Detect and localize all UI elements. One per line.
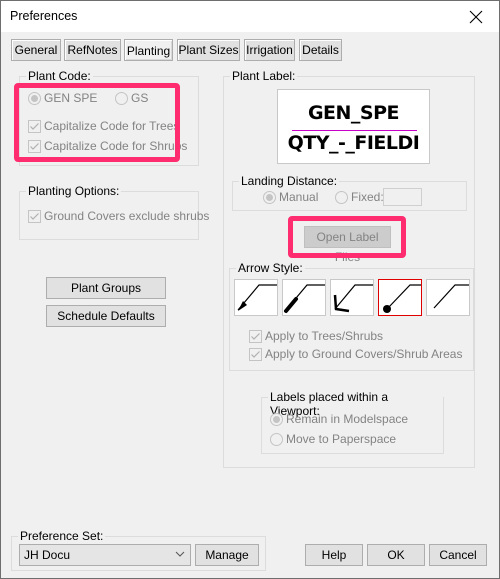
preferences-dialog: Preferences General RefNotes Planting Pl… bbox=[0, 0, 500, 579]
manage-button[interactable]: Manage bbox=[195, 544, 259, 566]
fixed-distance-input[interactable] bbox=[383, 188, 422, 206]
planting-options-label: Planting Options: bbox=[26, 184, 122, 198]
plant-code-label: Plant Code: bbox=[26, 69, 93, 83]
checkbox-indicator bbox=[249, 329, 262, 343]
radio-modelspace-label: Remain in Modelspace bbox=[286, 412, 409, 426]
close-icon bbox=[469, 10, 483, 23]
checkbox-indicator bbox=[249, 347, 262, 361]
help-button[interactable]: Help bbox=[305, 544, 363, 566]
arrow-dot-icon bbox=[383, 284, 421, 313]
arrow-none-icon bbox=[433, 284, 469, 309]
tab-general[interactable]: General bbox=[11, 39, 61, 61]
checkmark-icon bbox=[30, 212, 39, 220]
tab-irrigation[interactable]: Irrigation bbox=[244, 39, 295, 61]
chevron-down-icon bbox=[175, 551, 185, 557]
radio-remain-modelspace[interactable]: Remain in Modelspace bbox=[270, 412, 408, 426]
checkmark-icon bbox=[251, 332, 260, 340]
radio-move-paperspace[interactable]: Move to Paperspace bbox=[270, 432, 396, 446]
radio-fixed-label: Fixed: bbox=[351, 190, 384, 204]
tab-details[interactable]: Details bbox=[299, 39, 342, 61]
landing-distance-label: Landing Distance: bbox=[239, 174, 340, 188]
preview-line-1: GEN_SPE bbox=[307, 102, 400, 124]
preference-set-select[interactable]: JH Docu bbox=[19, 544, 191, 566]
annotation-highlight-plant-code bbox=[14, 83, 180, 162]
plant-groups-button[interactable]: Plant Groups bbox=[46, 277, 166, 299]
arrow-tick-icon bbox=[284, 284, 325, 313]
apply-trees-label: Apply to Trees/Shrubs bbox=[265, 329, 384, 343]
arrow-style-option-open[interactable] bbox=[330, 279, 374, 316]
ok-button[interactable]: OK bbox=[367, 544, 425, 566]
arrow-style-option-dot[interactable] bbox=[378, 279, 422, 316]
arrow-style-option-tick[interactable] bbox=[282, 279, 326, 316]
plant-label-label: Plant Label: bbox=[230, 69, 298, 83]
radio-paperspace-label: Move to Paperspace bbox=[286, 432, 397, 446]
plant-label-preview: GEN_SPE QTY_-_FIELDI bbox=[277, 89, 430, 164]
checkbox-apply-ground-covers[interactable]: Apply to Ground Covers/Shrub Areas bbox=[249, 347, 462, 361]
tab-refnotes[interactable]: RefNotes bbox=[64, 39, 121, 61]
preference-set-label: Preference Set: bbox=[18, 529, 106, 543]
radio-fixed[interactable]: Fixed: bbox=[335, 190, 384, 204]
radio-indicator bbox=[270, 432, 283, 446]
tab-plant-sizes[interactable]: Plant Sizes bbox=[177, 39, 240, 61]
preference-set-value: JH Docu bbox=[24, 548, 71, 562]
annotation-highlight-open-label-files bbox=[288, 216, 406, 258]
arrow-style-option-filled[interactable] bbox=[234, 279, 278, 316]
arrow-style-label: Arrow Style: bbox=[236, 261, 305, 275]
arrow-style-option-none[interactable] bbox=[426, 279, 470, 316]
title-bar: Preferences bbox=[1, 1, 499, 32]
tab-planting[interactable]: Planting bbox=[124, 39, 173, 61]
cancel-button[interactable]: Cancel bbox=[429, 544, 487, 566]
checkbox-ground-covers-exclude[interactable]: Ground Covers exclude shrubs bbox=[28, 209, 209, 223]
apply-ground-label: Apply to Ground Covers/Shrub Areas bbox=[265, 347, 463, 361]
close-button[interactable] bbox=[453, 1, 499, 32]
radio-indicator bbox=[263, 190, 276, 204]
checkmark-icon bbox=[251, 350, 260, 358]
arrow-open-icon bbox=[333, 284, 373, 313]
window-title: Preferences bbox=[10, 9, 78, 23]
radio-manual[interactable]: Manual bbox=[263, 190, 318, 204]
ground-covers-label: Ground Covers exclude shrubs bbox=[44, 209, 210, 223]
radio-indicator bbox=[335, 190, 348, 204]
radio-indicator bbox=[270, 412, 283, 426]
radio-manual-label: Manual bbox=[279, 190, 319, 204]
schedule-defaults-button[interactable]: Schedule Defaults bbox=[46, 305, 166, 327]
checkbox-indicator bbox=[28, 209, 41, 223]
preview-rule bbox=[292, 130, 417, 131]
checkbox-apply-trees-shrubs[interactable]: Apply to Trees/Shrubs bbox=[249, 329, 383, 343]
arrow-filled-icon bbox=[237, 284, 277, 311]
preview-line-2: QTY_-_FIELDI bbox=[287, 132, 420, 154]
